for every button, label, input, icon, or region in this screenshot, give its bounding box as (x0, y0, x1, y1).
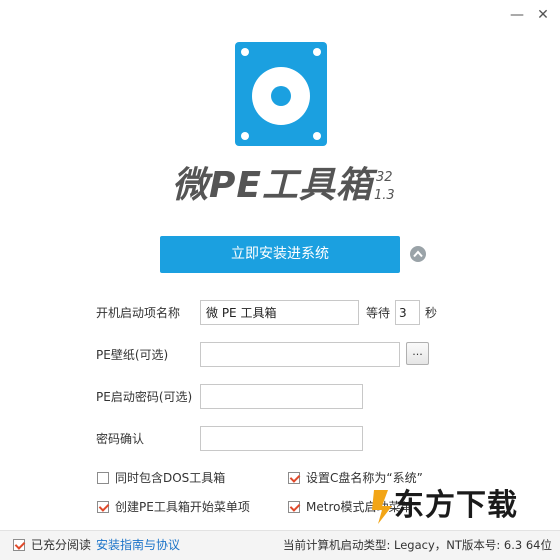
minimize-button[interactable]: — (506, 4, 528, 26)
install-guide-link[interactable]: 安装指南与协议 (96, 537, 180, 553)
usb-disk-logo-icon (235, 42, 327, 146)
include-dos-label: 同时包含DOS工具箱 (115, 471, 226, 485)
boot-name-label: 开机启动项名称 (96, 306, 181, 320)
app-title: 微PE工具箱 (172, 165, 373, 206)
watermark-text: 东方下载 (394, 488, 518, 523)
wallpaper-input[interactable] (200, 342, 400, 367)
password-input[interactable] (200, 384, 363, 409)
status-bar: 已充分阅读 安装指南与协议 当前计算机启动类型: Legacy，NT版本号: 6… (0, 530, 560, 560)
browse-wallpaper-button[interactable]: ... (406, 342, 429, 365)
boot-name-input[interactable] (200, 300, 359, 325)
agree-checkbox[interactable] (13, 539, 25, 551)
wallpaper-label: PE壁纸(可选) (96, 348, 169, 362)
start-menu-checkbox[interactable] (97, 501, 109, 513)
chevron-up-icon (413, 250, 423, 258)
version-arch: 32 (376, 170, 393, 185)
password-label: PE启动密码(可选) (96, 390, 193, 404)
wait-label: 等待 (366, 306, 391, 320)
confirm-password-input[interactable] (200, 426, 363, 451)
include-dos-checkbox[interactable] (97, 472, 109, 484)
close-button[interactable]: ✕ (532, 4, 554, 26)
collapse-options-button[interactable] (410, 246, 426, 262)
metro-menu-checkbox[interactable] (288, 501, 300, 513)
version-number: 1.3 (374, 188, 395, 203)
rename-c-drive-checkbox[interactable] (288, 472, 300, 484)
download-site-watermark: 东方下载 (370, 484, 530, 528)
boot-type-status: 当前计算机启动类型: Legacy，NT版本号: 6.3 64位 (282, 538, 552, 552)
agree-label: 已充分阅读 (31, 538, 92, 552)
install-button[interactable]: 立即安装进系统 (160, 236, 400, 273)
start-menu-label: 创建PE工具箱开始菜单项 (115, 500, 250, 514)
app-title-block: 微PE工具箱 32 1.3 (172, 160, 412, 214)
wait-seconds-input[interactable] (395, 300, 420, 325)
confirm-password-label: 密码确认 (96, 432, 145, 446)
seconds-label: 秒 (425, 306, 438, 320)
